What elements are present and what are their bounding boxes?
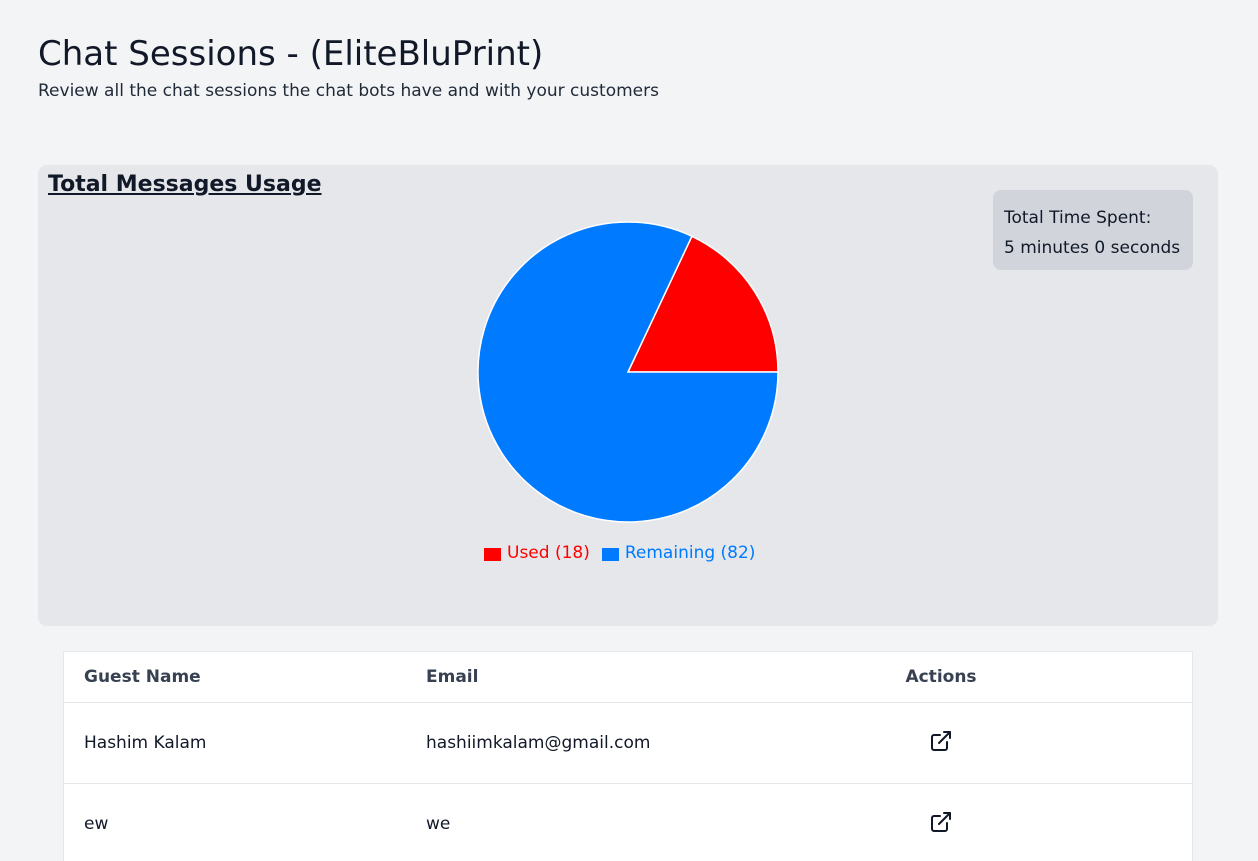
time-spent-value: 5 minutes 0 seconds bbox=[1004, 238, 1181, 258]
legend-swatch-used bbox=[484, 548, 501, 561]
usage-card: Total Messages Usage Total Time Spent: 5… bbox=[38, 165, 1218, 626]
usage-pie-chart bbox=[477, 221, 779, 523]
email-cell: we bbox=[406, 783, 866, 861]
header-email: Email bbox=[406, 652, 866, 703]
guest-name-cell: ew bbox=[64, 783, 406, 861]
legend-item-remaining[interactable]: Remaining (82) bbox=[601, 541, 756, 565]
guest-name-cell: Hashim Kalam bbox=[64, 702, 406, 784]
table-row: ew we bbox=[64, 783, 1192, 861]
time-spent-label: Total Time Spent: bbox=[1004, 208, 1152, 228]
legend-label-used: Used (18) bbox=[507, 543, 590, 563]
header-actions: Actions bbox=[866, 652, 1016, 703]
table-row: Hashim Kalam hashiimkalam@gmail.com bbox=[64, 702, 1192, 784]
email-cell: hashiimkalam@gmail.com bbox=[406, 702, 866, 784]
row-spacer bbox=[1016, 702, 1192, 784]
legend-item-used[interactable]: Used (18) bbox=[484, 541, 590, 565]
sessions-table: Guest Name Email Actions Hashim Kalam ha… bbox=[63, 651, 1193, 861]
page-subtitle: Review all the chat sessions the chat bo… bbox=[38, 81, 659, 101]
usage-title: Total Messages Usage bbox=[48, 172, 322, 197]
header-guest-name: Guest Name bbox=[64, 652, 406, 703]
legend-label-remaining: Remaining (82) bbox=[624, 543, 756, 563]
actions-cell bbox=[866, 783, 1016, 861]
page-title: Chat Sessions - (EliteBluPrint) bbox=[38, 34, 544, 74]
legend-swatch-remaining bbox=[601, 548, 619, 561]
external-link-icon[interactable] bbox=[929, 729, 953, 753]
time-spent-box: Total Time Spent: 5 minutes 0 seconds bbox=[993, 190, 1193, 270]
row-spacer bbox=[1016, 783, 1192, 861]
table-header-row: Guest Name Email Actions bbox=[64, 652, 1192, 703]
header-spacer bbox=[1016, 652, 1192, 703]
external-link-icon[interactable] bbox=[929, 810, 953, 834]
chart-legend: Used (18) Remaining (82) bbox=[484, 541, 767, 565]
actions-cell bbox=[866, 702, 1016, 784]
page: Chat Sessions - (EliteBluPrint) Review a… bbox=[0, 0, 1258, 861]
